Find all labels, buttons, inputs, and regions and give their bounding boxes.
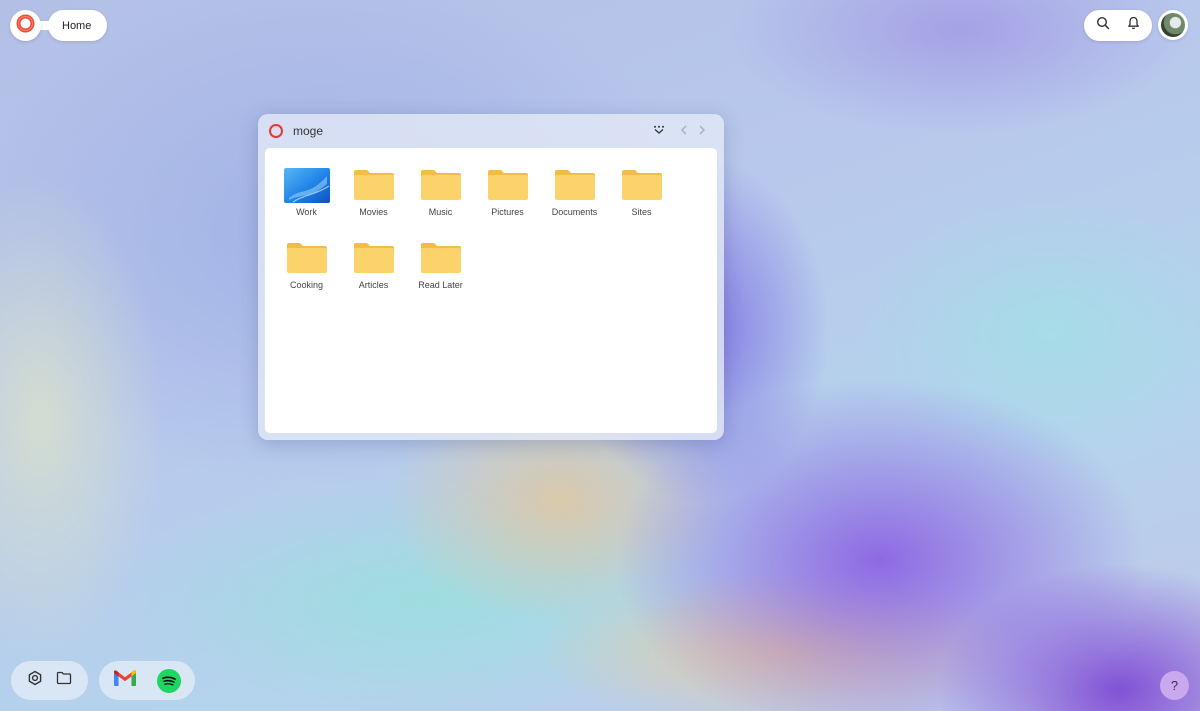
folder-item-work[interactable]: Work [273,166,340,217]
home-button[interactable]: Home [48,10,108,41]
folder-icon [417,239,465,277]
folder-icon [484,166,532,204]
file-label: Sites [631,207,652,217]
folder-icon [551,166,599,204]
file-label: Pictures [491,207,524,217]
folder-item-movies[interactable]: Movies [340,166,407,217]
settings-button[interactable] [23,669,47,693]
window-title: moge [293,124,324,138]
desktop-folder-icon [283,166,331,204]
files-folder-icon [56,671,72,690]
folder-item-articles[interactable]: Articles [340,239,407,290]
folder-item-documents[interactable]: Documents [541,166,608,217]
desktop: Home moge Work Movies Music Pictures Doc… [0,0,1200,711]
user-avatar-button[interactable] [1158,10,1188,40]
folder-item-pictures[interactable]: Pictures [474,166,541,217]
spotify-button[interactable] [157,668,181,693]
folder-item-cooking[interactable]: Cooking [273,239,340,290]
back-button[interactable] [676,122,692,140]
folder-icon [417,166,465,204]
window-titlebar[interactable]: moge [258,114,724,148]
notifications-button[interactable] [1121,14,1145,38]
file-manager-window: moge Work Movies Music Pictures Document… [258,114,724,440]
pinned-apps-dock [99,661,195,700]
folder-item-music[interactable]: Music [407,166,474,217]
file-label: Work [296,207,317,217]
help-label: ? [1170,678,1179,693]
file-label: Documents [551,207,598,217]
spotify-icon [157,668,181,693]
system-dock [11,661,88,700]
opera-ring-icon [16,14,35,38]
more-options-button[interactable] [650,122,668,140]
folder-icon [283,239,331,277]
forward-button[interactable] [694,122,710,140]
file-label: Cooking [289,280,324,290]
file-label: Articles [358,280,389,290]
bell-icon [1127,16,1140,35]
search-button[interactable] [1091,14,1115,38]
folder-icon [618,166,666,204]
file-grid: Work Movies Music Pictures Documents Sit… [273,166,713,290]
files-button[interactable] [52,669,76,693]
file-label: Movies [359,207,388,217]
opera-ring-icon [269,124,283,138]
folder-icon [350,239,398,277]
home-label: Home [62,19,92,32]
settings-gear-icon [27,670,43,691]
gmail-button[interactable] [113,669,137,693]
folder-item-read-later[interactable]: Read Later [407,239,474,290]
system-tray [1084,10,1152,41]
file-view: Work Movies Music Pictures Documents Sit… [265,148,717,433]
forward-arrow-icon [698,122,706,140]
launcher-logo-button[interactable] [10,10,41,41]
gmail-icon [113,669,137,692]
folder-icon [350,166,398,204]
back-arrow-icon [680,122,688,140]
more-chevron-icon [653,122,665,140]
file-label: Music [428,207,453,217]
avatar [1161,13,1185,37]
folder-item-sites[interactable]: Sites [608,166,675,217]
file-label: Read Later [418,280,463,290]
search-icon [1096,16,1110,35]
help-button[interactable]: ? [1160,671,1189,700]
